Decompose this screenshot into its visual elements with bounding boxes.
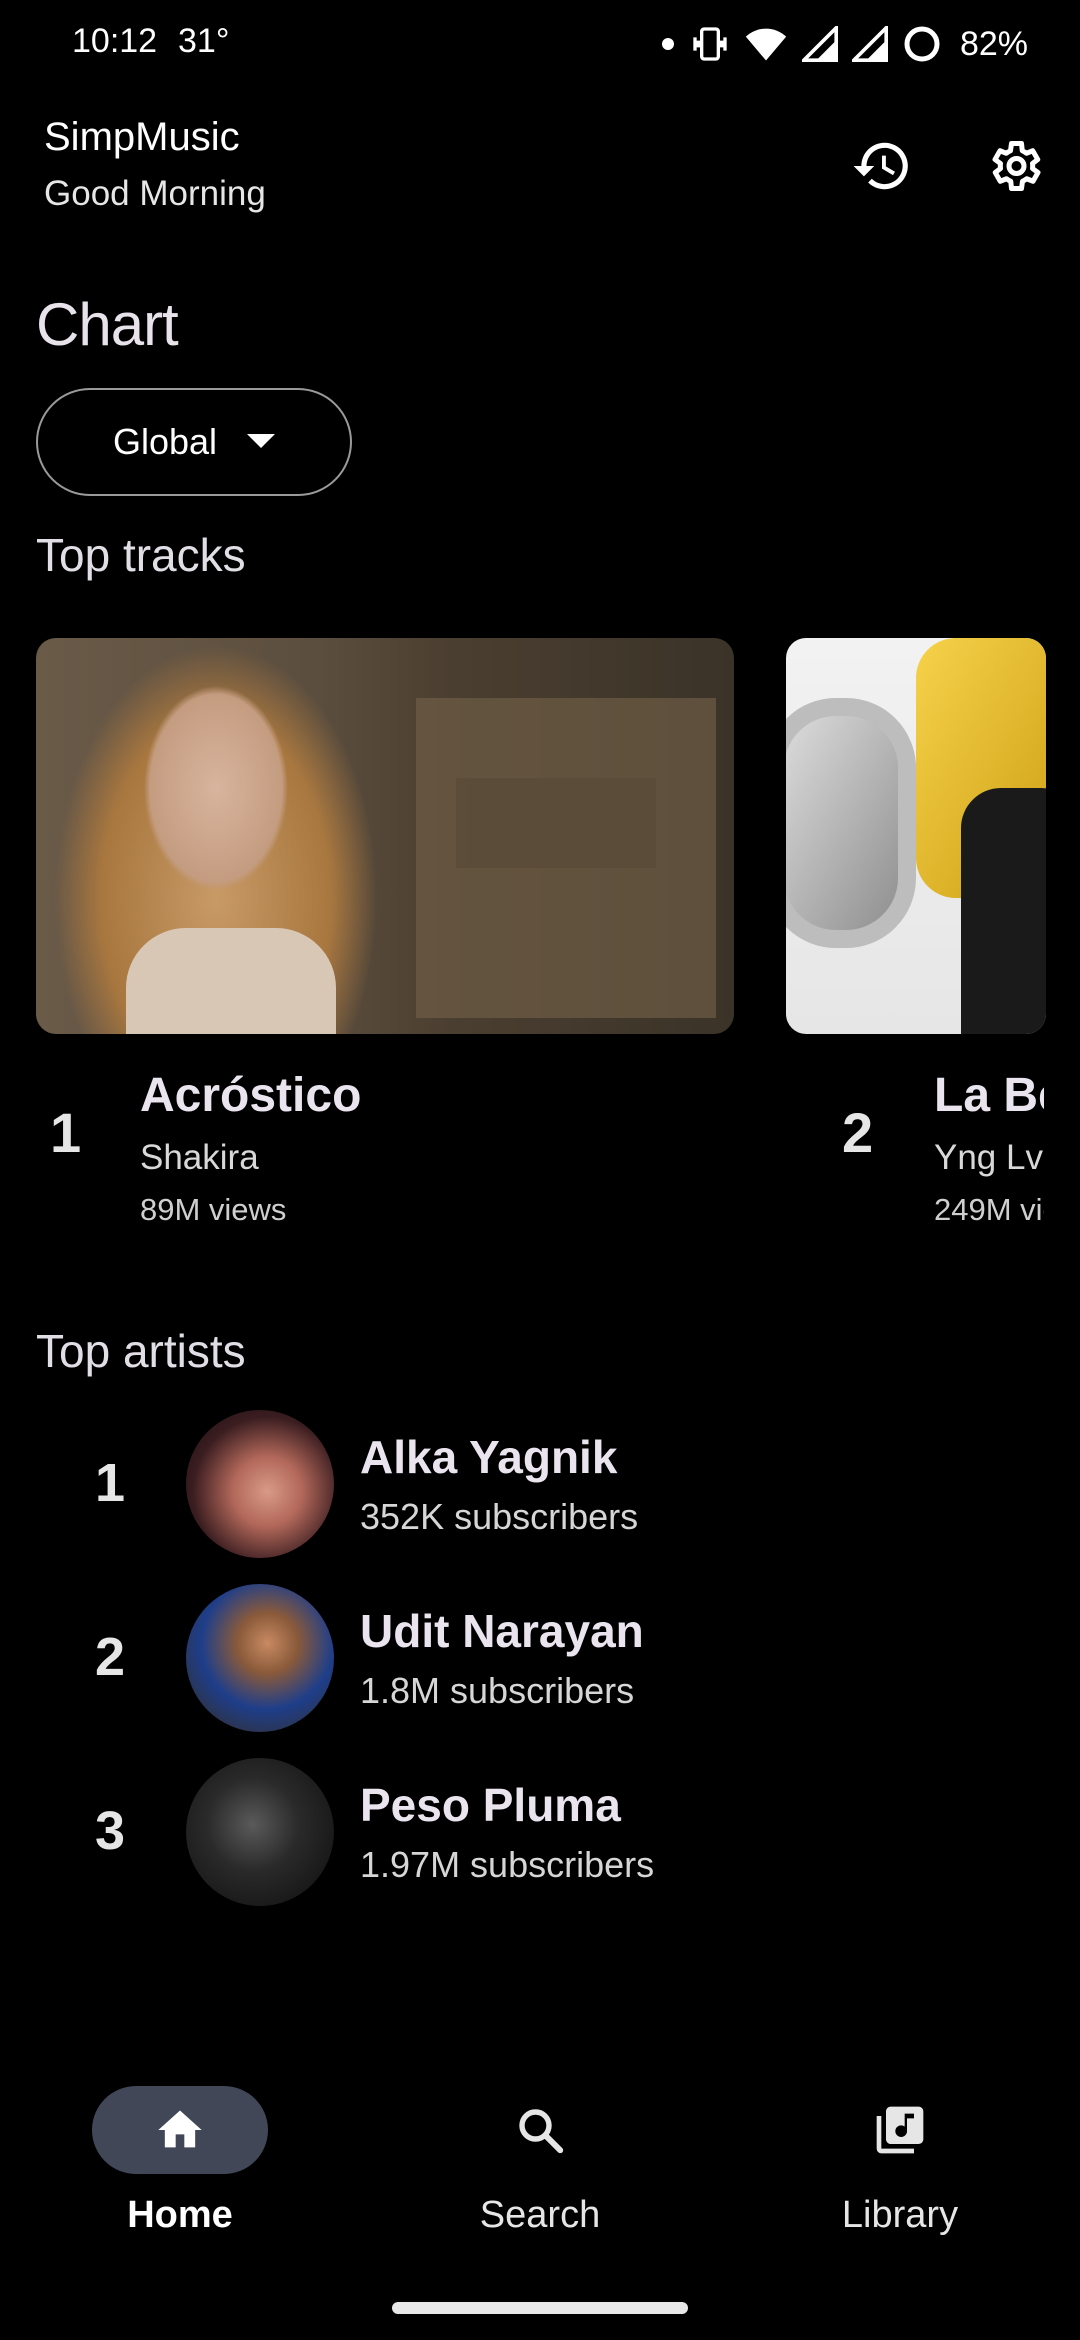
- track-artist: Shakira: [140, 1138, 259, 1177]
- app-title: SimpMusic: [44, 115, 240, 159]
- nav-library[interactable]: Library: [760, 2086, 1040, 2266]
- artist-subscribers: 1.8M subscribers: [360, 1670, 635, 1711]
- region-dropdown-label: Global: [112, 421, 218, 462]
- nav-search-label: Search: [479, 2194, 601, 2236]
- top-tracks-title: Top tracks: [36, 529, 246, 581]
- gesture-home-bar[interactable]: [392, 2302, 688, 2314]
- signal-icon: [851, 26, 888, 62]
- nav-library-label: Library: [841, 2194, 959, 2236]
- gear-icon: [992, 141, 1041, 191]
- status-icons: 82%: [660, 20, 1028, 68]
- chart-title: Chart: [36, 291, 179, 358]
- avatar[interactable]: [186, 1410, 334, 1558]
- artist-subscribers: 352K subscribers: [360, 1496, 639, 1537]
- battery-percent: 82%: [959, 24, 1028, 63]
- signal-icon: [801, 26, 838, 62]
- artist-rank: 3: [94, 1801, 126, 1861]
- search-icon: [519, 2109, 564, 2154]
- region-dropdown[interactable]: Global: [36, 388, 352, 496]
- greeting-text: Good Morning: [44, 174, 266, 213]
- avatar[interactable]: [186, 1758, 334, 1906]
- battery-icon: [904, 26, 940, 62]
- track-views: 89M views: [140, 1192, 287, 1227]
- status-temperature: 31°: [178, 22, 230, 60]
- chevron-down-icon: [247, 434, 276, 448]
- history-icon: [853, 142, 908, 190]
- wifi-icon: [745, 28, 787, 61]
- nav-search[interactable]: Search: [400, 2086, 680, 2266]
- track-views: 249M views: [934, 1192, 1044, 1227]
- library-music-icon: [876, 2106, 924, 2154]
- history-button[interactable]: [850, 134, 914, 198]
- nav-home-label: Home: [127, 2194, 233, 2236]
- track-thumbnail[interactable]: [786, 638, 1046, 1034]
- track-title[interactable]: Acróstico: [140, 1068, 361, 1123]
- track-rank: 2: [842, 1101, 874, 1164]
- artist-rank: 2: [94, 1627, 126, 1687]
- artist-subscribers: 1.97M subscribers: [360, 1844, 655, 1885]
- artist-name[interactable]: Alka Yagnik: [360, 1430, 617, 1484]
- artist-name[interactable]: Peso Pluma: [360, 1778, 621, 1832]
- nav-home[interactable]: Home: [40, 2086, 320, 2266]
- track-info-clip: La Bebe Yng Lvcas 249M views: [934, 1060, 1044, 1240]
- avatar[interactable]: [186, 1584, 334, 1732]
- artist-name[interactable]: Udit Narayan: [360, 1604, 644, 1658]
- track-artist: Yng Lvcas: [934, 1138, 1044, 1177]
- settings-button[interactable]: [982, 134, 1046, 198]
- top-artists-title: Top artists: [36, 1325, 246, 1377]
- track-title[interactable]: La Bebe: [934, 1068, 1044, 1123]
- artist-rank: 1: [94, 1453, 126, 1513]
- track-rank: 1: [50, 1101, 82, 1164]
- track-thumbnail[interactable]: [36, 638, 734, 1034]
- status-time: 10:12: [72, 22, 158, 60]
- vibrate-icon: [693, 27, 727, 61]
- notification-dot-icon: [661, 38, 674, 50]
- nav-active-indicator: [92, 2086, 268, 2174]
- home-icon: [158, 2110, 202, 2148]
